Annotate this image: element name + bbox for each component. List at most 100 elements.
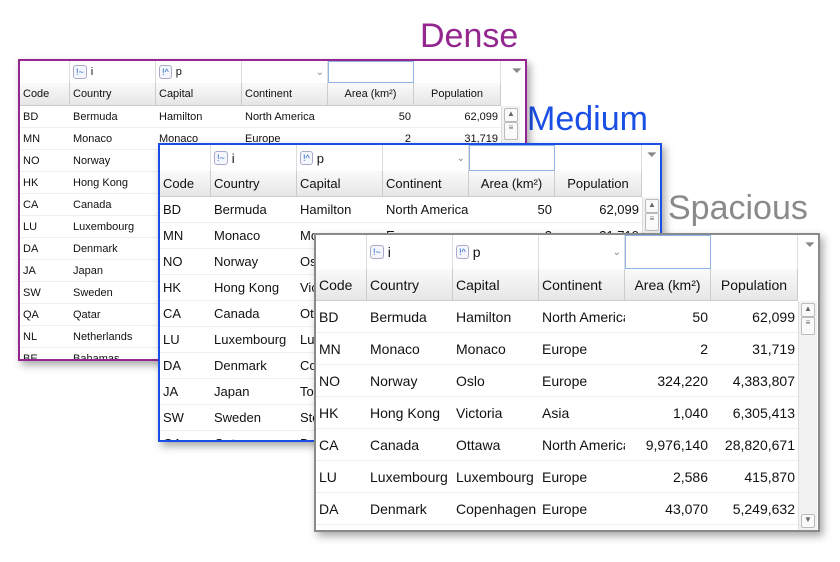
filter-continent[interactable]: ⌄: [383, 145, 469, 171]
cell-capital: Oslo: [453, 365, 539, 397]
chevron-down-icon[interactable]: ⌄: [457, 153, 465, 164]
chevron-down-icon[interactable]: ⌄: [613, 247, 621, 258]
header-continent[interactable]: Continent: [383, 171, 469, 197]
contains-operator-icon[interactable]: !~: [214, 151, 228, 165]
cell-area: 50: [625, 301, 711, 333]
table-row[interactable]: MNMonacoMonacoEurope231,719: [316, 333, 798, 365]
scroll-thumb[interactable]: ≡: [645, 213, 659, 231]
header-code[interactable]: Code: [316, 269, 367, 301]
filter-capital[interactable]: !^ p: [156, 61, 242, 83]
filter-area[interactable]: [625, 235, 711, 269]
cell-area: 324,220: [625, 365, 711, 397]
filter-capital[interactable]: !^ p: [297, 145, 383, 171]
scroll-down-icon[interactable]: ▼: [801, 514, 815, 528]
vertical-scrollbar[interactable]: ▲ ≡ ▼: [798, 301, 817, 530]
cell-country: Denmark: [70, 238, 156, 260]
chevron-down-icon[interactable]: ⌄: [316, 67, 324, 78]
header-country[interactable]: Country: [70, 83, 156, 106]
header-country[interactable]: Country: [367, 269, 453, 301]
filter-country[interactable]: !~ i: [367, 235, 453, 269]
cell-code: NL: [20, 326, 70, 348]
filter-area[interactable]: [328, 61, 414, 83]
header-row: Code Country Capital Continent Area (km²) Pop…: [316, 269, 798, 301]
starts-with-operator-icon[interactable]: !^: [456, 245, 469, 259]
dense-title: Dense: [420, 17, 519, 55]
starts-with-operator-icon[interactable]: !^: [159, 65, 172, 79]
scroll-up-icon[interactable]: ▲: [645, 199, 659, 213]
filter-population[interactable]: [711, 235, 798, 269]
cell-continent: Europe: [539, 333, 625, 365]
filter-continent[interactable]: ⌄: [242, 61, 328, 83]
table-row[interactable]: NONorwayOsloEurope324,2204,383,807: [316, 365, 798, 397]
filter-population[interactable]: [414, 61, 501, 83]
table-row[interactable]: LULuxembourgLuxembourgEurope2,586415,870: [316, 461, 798, 493]
cell-code: JA: [160, 379, 211, 405]
filter-code[interactable]: [20, 61, 70, 83]
cell-code: NO: [316, 365, 367, 397]
cell-population: 62,099: [711, 301, 798, 333]
header-population[interactable]: Population: [414, 83, 501, 106]
cell-continent: North America: [383, 197, 469, 223]
starts-with-operator-icon[interactable]: !^: [300, 151, 313, 165]
filter-area[interactable]: [469, 145, 555, 171]
scroll-thumb[interactable]: ≡: [504, 122, 518, 140]
cell-country: Luxembourg: [70, 216, 156, 238]
cell-area: 9,976,140: [625, 429, 711, 461]
header-population[interactable]: Population: [711, 269, 798, 301]
cell-area: 2: [625, 333, 711, 365]
header-code[interactable]: Code: [160, 171, 211, 197]
filter-population[interactable]: [555, 145, 642, 171]
cell-capital: Hamilton: [453, 301, 539, 333]
header-continent[interactable]: Continent: [539, 269, 625, 301]
header-capital[interactable]: Capital: [453, 269, 539, 301]
table-row[interactable]: BD Bermuda Hamilton North America 50 62,099: [20, 106, 501, 128]
cell-code: CA: [160, 301, 211, 327]
cell-population: 5,249,632: [711, 493, 798, 525]
cell-area: 43,070: [625, 493, 711, 525]
header-continent[interactable]: Continent: [242, 83, 328, 106]
cell-continent: Asia: [539, 397, 625, 429]
header-area[interactable]: Area (km²): [469, 171, 555, 197]
cell-country: Sweden: [211, 405, 297, 431]
filter-icon[interactable]: ⏷: [805, 237, 815, 253]
header-population[interactable]: Population: [555, 171, 642, 197]
table-row[interactable]: BD Bermuda Hamilton North America 50 62,099: [160, 197, 642, 223]
header-capital[interactable]: Capital: [156, 83, 242, 106]
table-row[interactable]: BD Bermuda Hamilton North America 50 62,099: [316, 301, 798, 333]
header-area[interactable]: Area (km²): [625, 269, 711, 301]
header-code[interactable]: Code: [20, 83, 70, 106]
cell-code: LU: [160, 327, 211, 353]
cell-area: 1,040: [625, 397, 711, 429]
filter-code[interactable]: [316, 235, 367, 269]
cell-capital: Hamilton: [156, 106, 242, 128]
filter-icon[interactable]: ⏷: [512, 63, 522, 79]
filter-country[interactable]: !~ i: [70, 61, 156, 83]
header-capital[interactable]: Capital: [297, 171, 383, 197]
table-row[interactable]: DADenmarkCopenhagenEurope43,0705,249,632: [316, 493, 798, 525]
filter-value: p: [175, 66, 182, 78]
filter-country[interactable]: !~ i: [211, 145, 297, 171]
scroll-thumb[interactable]: ≡: [801, 317, 815, 335]
cell-country: Monaco: [211, 223, 297, 249]
cell-area: 50: [469, 197, 555, 223]
contains-operator-icon[interactable]: !~: [73, 65, 87, 79]
cell-capital: Monaco: [453, 333, 539, 365]
scroll-up-icon[interactable]: ▲: [504, 108, 518, 122]
cell-population: 6,305,413: [711, 397, 798, 429]
cell-code: HK: [160, 275, 211, 301]
scroll-up-icon[interactable]: ▲: [801, 303, 815, 317]
table-row[interactable]: HKHong KongVictoriaAsia1,0406,305,413: [316, 397, 798, 429]
cell-population: 62,099: [555, 197, 642, 223]
filter-code[interactable]: [160, 145, 211, 171]
cell-code: BE: [20, 348, 70, 360]
filter-continent[interactable]: ⌄: [539, 235, 625, 269]
spacious-title: Spacious: [668, 189, 808, 227]
filter-icon[interactable]: ⏷: [647, 147, 657, 163]
table-row[interactable]: CACanadaOttawaNorth America9,976,14028,8…: [316, 429, 798, 461]
filter-capital[interactable]: !^ p: [453, 235, 539, 269]
header-area[interactable]: Area (km²): [328, 83, 414, 106]
cell-country: Bermuda: [367, 301, 453, 333]
cell-country: Hong Kong: [367, 397, 453, 429]
contains-operator-icon[interactable]: !~: [370, 245, 384, 259]
header-country[interactable]: Country: [211, 171, 297, 197]
